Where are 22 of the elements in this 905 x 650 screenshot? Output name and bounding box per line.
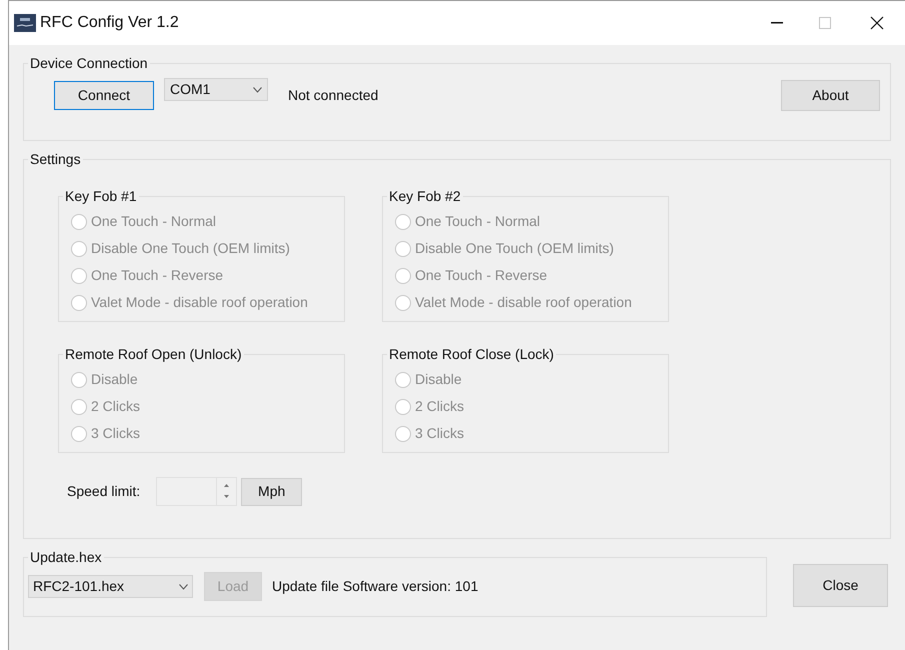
chevron-down-icon	[179, 584, 188, 590]
group-title: Remote Roof Close (Lock)	[388, 345, 555, 364]
update-info: Update file Software version: 101	[272, 577, 478, 596]
speed-limit-label: Speed limit:	[67, 482, 140, 501]
close-button[interactable]: Close	[793, 564, 888, 606]
group-title: Remote Roof Open (Unlock)	[64, 345, 243, 364]
port-dropdown[interactable]: COM1	[164, 78, 268, 101]
maximize-icon	[819, 17, 831, 29]
group-title: Settings	[29, 150, 82, 169]
group-title: Key Fob #2	[388, 187, 462, 206]
file-dropdown[interactable]: RFC2-101.hex	[28, 575, 193, 598]
connection-status: Not connected	[288, 86, 378, 105]
group-title: Device Connection	[29, 54, 149, 73]
about-button[interactable]: About	[781, 80, 880, 111]
minimize-icon	[771, 22, 783, 24]
chevron-down-icon	[253, 86, 262, 92]
group-title: Key Fob #1	[64, 187, 138, 206]
group-title: Update.hex	[29, 548, 103, 567]
app-logo-icon	[14, 14, 36, 32]
connect-button[interactable]: Connect	[54, 81, 154, 110]
close-icon	[870, 16, 884, 30]
window-title: RFC Config Ver 1.2	[40, 13, 179, 33]
